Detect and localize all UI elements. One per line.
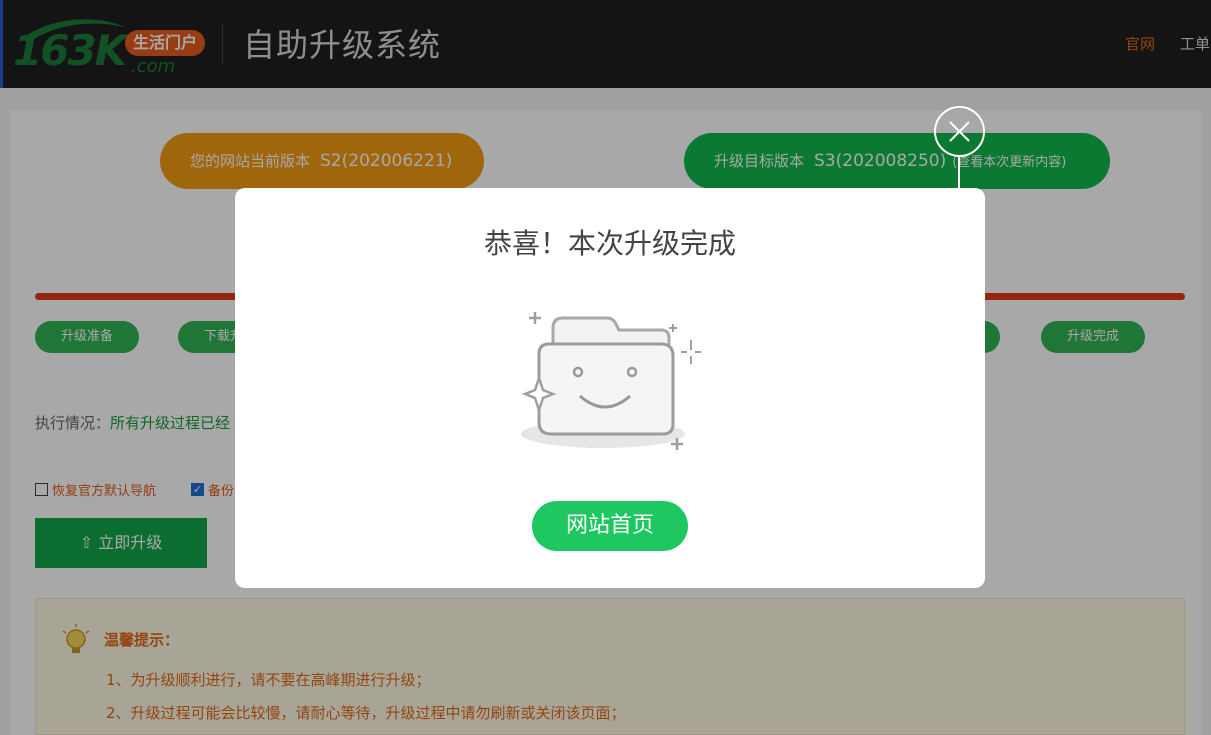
site-home-button[interactable]: 网站首页 xyxy=(532,501,688,551)
close-connector xyxy=(958,157,960,189)
close-icon xyxy=(949,121,970,142)
close-dialog-button[interactable] xyxy=(934,106,985,157)
happy-folder-icon xyxy=(521,312,701,450)
dialog-title: 恭喜！本次升级完成 xyxy=(483,227,736,260)
upgrade-complete-dialog: 恭喜！本次升级完成 网站首页 xyxy=(235,188,985,588)
